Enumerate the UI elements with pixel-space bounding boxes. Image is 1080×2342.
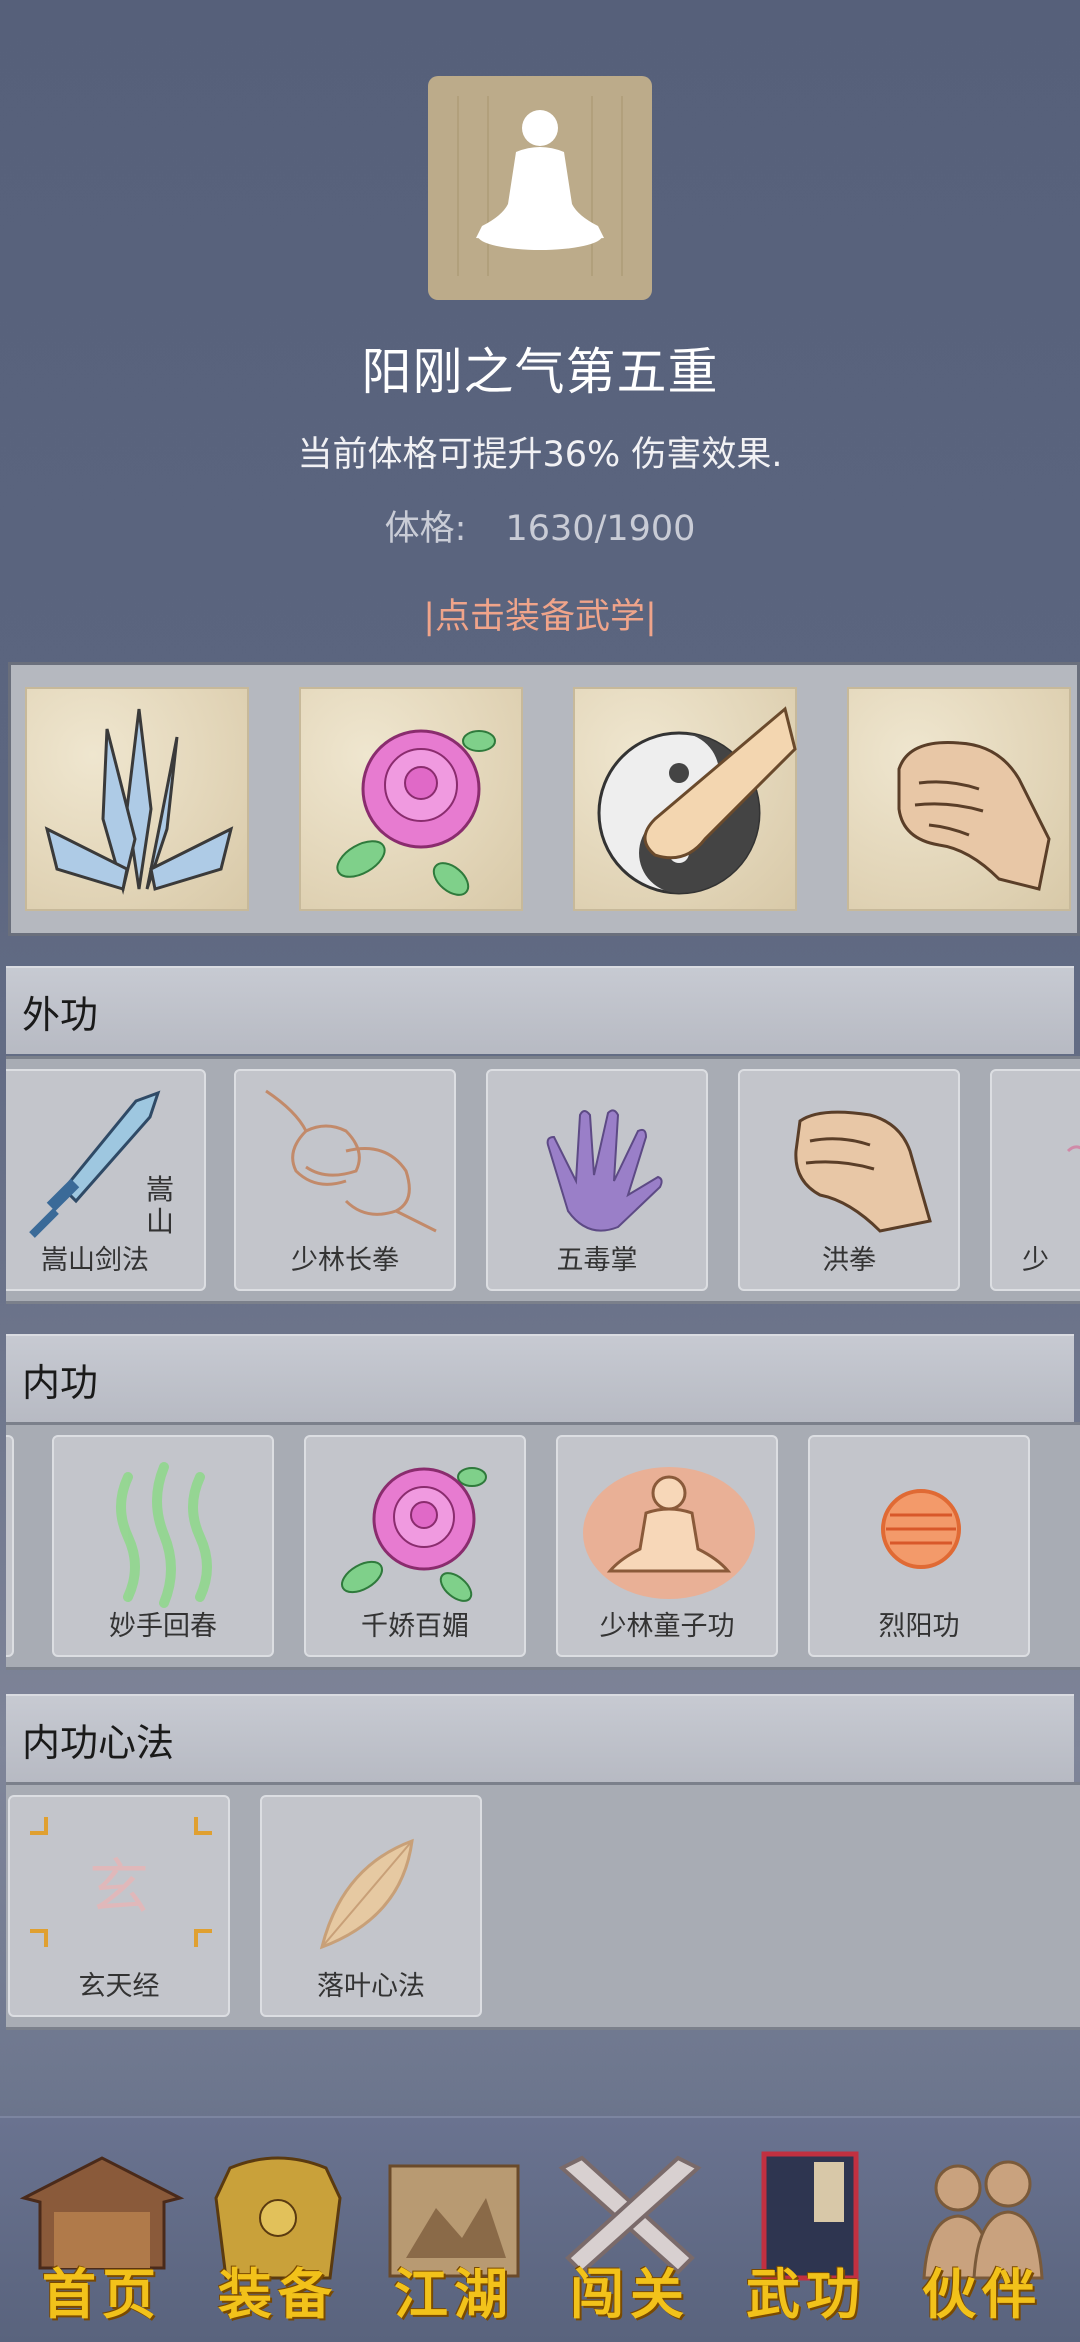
realm-title: 阳刚之气第五重 (361, 343, 719, 401)
internal-skills-list[interactable]: 妙手回春 千娇百媚 少林童子功 烈阳功 (6, 1422, 1080, 1670)
mental-method-list[interactable]: 玄 玄天经 落叶心法 (6, 1782, 1080, 2030)
skill-label: 玄天经 (78, 1971, 160, 2002)
section-title: 外功 (22, 993, 99, 1037)
external-skills-list[interactable]: 嵩 山 嵩山剑法 少林长拳 五毒掌 洪拳 少 (6, 1056, 1080, 1304)
tab-label: 伙伴 (922, 2262, 1042, 2326)
skill-card[interactable]: 玄 玄天经 (8, 1795, 230, 2017)
equipped-skills-bar (8, 662, 1080, 936)
tab-label: 武功 (746, 2262, 866, 2326)
tab-label: 闯关 (570, 2262, 690, 2326)
skill-card[interactable]: 千娇百媚 (304, 1435, 526, 1657)
skill-label: 妙手回春 (109, 1611, 217, 1642)
equipped-slot-1[interactable] (25, 687, 249, 911)
skill-label: 落叶心法 (317, 1971, 425, 2002)
skill-label: 五毒掌 (556, 1245, 638, 1276)
rose-icon (336, 729, 496, 896)
skill-label: 少林童子功 (599, 1611, 735, 1642)
skill-card[interactable]: 五毒掌 (486, 1069, 708, 1291)
tab-jianghu[interactable]: 江湖 (366, 2138, 542, 2338)
skill-portrait (428, 76, 652, 300)
skill-card[interactable]: 少林童子功 (556, 1435, 778, 1657)
skill-card[interactable]: 落叶心法 (260, 1795, 482, 2017)
skill-card[interactable]: 少林长拳 (234, 1069, 456, 1291)
equipped-slot-3[interactable] (573, 687, 797, 911)
constitution-stat: 体格: 1630/1900 (0, 500, 1080, 551)
skill-label: 嵩山剑法 (41, 1245, 149, 1276)
svg-text:山: 山 (146, 1205, 174, 1238)
skill-label: 烈阳功 (878, 1611, 960, 1642)
skill-label: 洪拳 (822, 1245, 876, 1276)
svg-text:嵩: 嵩 (146, 1173, 174, 1206)
skill-label: 少林长拳 (291, 1245, 399, 1276)
yin-yang-fist-icon (597, 706, 797, 895)
tab-label: 首页 (42, 2262, 162, 2326)
tab-challenge[interactable]: 闯关 (542, 2138, 718, 2338)
skill-card[interactable]: 洪拳 (738, 1069, 960, 1291)
tab-label: 装备 (218, 2262, 338, 2326)
tab-equipment[interactable]: 装备 (190, 2138, 366, 2338)
equipped-slot-2[interactable] (299, 687, 523, 911)
skill-card[interactable]: 妙手回春 (52, 1435, 274, 1657)
stat-label: 体格: (384, 509, 467, 549)
mental-method-header: 内功心法 (6, 1694, 1074, 1782)
crystal-swords-icon (44, 708, 234, 895)
skill-card[interactable]: 少 (990, 1069, 1080, 1291)
realm-description: 当前体格可提升36% 伤害效果. (297, 435, 783, 475)
section-title: 内功心法 (22, 1721, 175, 1765)
tab-companions[interactable]: 伙伴 (894, 2138, 1070, 2338)
tab-label: 江湖 (394, 2262, 514, 2326)
section-title: 内功 (22, 1361, 99, 1405)
bottom-nav: 首页 装备 江湖 闯关 武功 伙伴 (0, 2116, 1080, 2342)
equipped-slot-4[interactable] (847, 687, 1071, 911)
equip-skill-link[interactable]: |点击装备武学| (0, 588, 1080, 639)
skill-card[interactable]: 烈阳功 (808, 1435, 1030, 1657)
skill-label: 千娇百媚 (361, 1611, 469, 1642)
skill-label: 少 (1022, 1245, 1049, 1276)
stat-value: 1630/1900 (505, 509, 696, 549)
internal-skills-header: 内功 (6, 1334, 1074, 1422)
tab-martial-arts[interactable]: 武功 (718, 2138, 894, 2338)
skill-card[interactable] (6, 1435, 14, 1657)
external-skills-header: 外功 (6, 966, 1074, 1054)
tab-home[interactable]: 首页 (14, 2138, 190, 2338)
seal-glyph: 玄 (89, 1853, 149, 1923)
fist-icon (897, 741, 1051, 891)
skill-card[interactable]: 嵩 山 嵩山剑法 (6, 1069, 206, 1291)
meditation-icon (457, 96, 623, 276)
